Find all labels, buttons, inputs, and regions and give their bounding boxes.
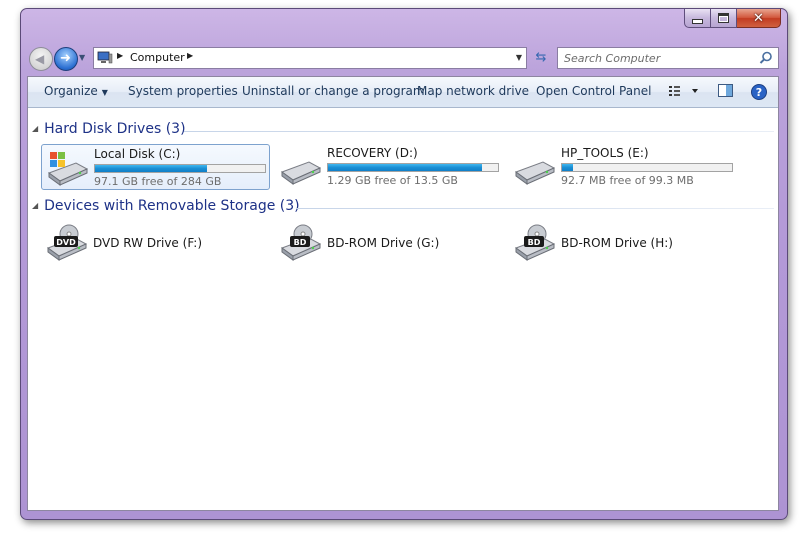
search-icon[interactable]: [759, 51, 773, 65]
breadcrumb-separator-icon[interactable]: ▶: [117, 51, 123, 60]
drive-usage-bar: [327, 163, 499, 172]
drive-usage-fill: [95, 165, 207, 172]
hard-drive-icon: [280, 161, 322, 185]
uninstall-program-button[interactable]: Uninstall or change a program: [242, 84, 425, 98]
windows-drive-icon: [47, 152, 89, 186]
open-control-panel-button[interactable]: Open Control Panel: [536, 84, 651, 98]
command-bar: Organize ▼ System properties Uninstall or…: [28, 77, 778, 108]
drive-tile-h[interactable]: BD BD-ROM Drive (H:): [509, 220, 738, 266]
forward-button[interactable]: ➜: [54, 47, 78, 71]
close-button[interactable]: ✕: [737, 9, 781, 28]
caption-buttons: ✕: [684, 9, 781, 28]
organize-dropdown-icon: ▼: [101, 88, 108, 97]
back-arrow-icon: ◀: [35, 52, 45, 66]
maximize-icon: [718, 13, 729, 23]
minimize-button[interactable]: [684, 9, 711, 28]
drive-tile-c[interactable]: Local Disk (C:) 97.1 GB free of 284 GB: [41, 144, 270, 190]
svg-text:DVD: DVD: [56, 238, 76, 247]
view-dropdown-icon: [692, 89, 698, 93]
address-dropdown-icon[interactable]: ▼: [516, 53, 522, 62]
bd-drive-icon: BD: [514, 224, 556, 261]
drive-name: RECOVERY (D:): [327, 146, 418, 160]
drive-name: HP_TOOLS (E:): [561, 146, 649, 160]
maximize-button[interactable]: [711, 9, 737, 28]
drive-free-space: 97.1 GB free of 284 GB: [94, 175, 222, 188]
drive-free-space: 92.7 MB free of 99.3 MB: [561, 174, 694, 187]
search-input[interactable]: [564, 50, 754, 66]
svg-text:BD: BD: [294, 238, 307, 247]
group-title: Hard Disk Drives (3): [44, 121, 186, 137]
help-button[interactable]: ?: [750, 83, 768, 101]
drive-name: BD-ROM Drive (H:): [561, 236, 673, 250]
forward-arrow-icon: ➜: [60, 51, 71, 66]
refresh-button[interactable]: ⇆: [529, 47, 553, 69]
system-properties-button[interactable]: System properties: [128, 84, 238, 98]
drive-usage-bar: [94, 164, 266, 173]
group-divider: [296, 208, 774, 209]
navigation-bar: ◀ ➜ ▼ ▶ Computer ▶ ▼ ⇆: [29, 47, 781, 71]
change-view-button[interactable]: [668, 83, 702, 99]
drive-usage-fill: [562, 164, 574, 171]
breadcrumb-computer[interactable]: Computer: [130, 51, 185, 64]
bd-drive-icon: BD: [280, 224, 322, 261]
collapse-group-icon[interactable]: ◢: [32, 124, 38, 133]
drive-name: Local Disk (C:): [94, 147, 181, 161]
drive-tile-d[interactable]: RECOVERY (D:) 1.29 GB free of 13.5 GB: [275, 144, 504, 190]
group-divider: [184, 131, 774, 132]
close-icon: ✕: [753, 10, 764, 26]
drive-tile-f[interactable]: DVD DVD RW Drive (F:): [41, 220, 270, 266]
group-title: Devices with Removable Storage (3): [44, 198, 300, 214]
drive-usage-bar: [561, 163, 733, 172]
preview-pane-icon: [718, 84, 733, 97]
view-options-icon: [669, 86, 680, 96]
help-icon: ?: [751, 84, 767, 100]
back-button[interactable]: ◀: [29, 47, 53, 71]
group-header-removable[interactable]: ◢ Devices with Removable Storage (3): [32, 198, 300, 214]
preview-pane-button[interactable]: [717, 83, 735, 99]
hard-drive-icon: [514, 161, 556, 185]
map-network-drive-button[interactable]: Map network drive: [417, 84, 529, 98]
drive-name: DVD RW Drive (F:): [93, 236, 203, 250]
svg-text:BD: BD: [528, 238, 541, 247]
svg-text:?: ?: [756, 86, 762, 99]
computer-icon: [97, 51, 113, 64]
breadcrumb-chevron-icon[interactable]: ▶: [187, 51, 193, 60]
collapse-group-icon[interactable]: ◢: [32, 201, 38, 210]
organize-menu[interactable]: Organize ▼: [44, 84, 108, 98]
address-bar[interactable]: ▶ Computer ▶ ▼: [93, 47, 527, 69]
explorer-window: ✕ ◀ ➜ ▼ ▶ Computer ▶ ▼ ⇆ Organize: [20, 8, 788, 520]
refresh-icon: ⇆: [535, 50, 547, 65]
drive-usage-fill: [328, 164, 482, 171]
content-frame: Organize ▼ System properties Uninstall or…: [27, 76, 779, 511]
organize-label: Organize: [44, 84, 98, 98]
drive-tile-g[interactable]: BD BD-ROM Drive (G:): [275, 220, 504, 266]
minimize-icon: [692, 18, 703, 24]
drive-tile-e[interactable]: HP_TOOLS (E:) 92.7 MB free of 99.3 MB: [509, 144, 738, 190]
group-header-hard-disks[interactable]: ◢ Hard Disk Drives (3): [32, 121, 186, 137]
search-box[interactable]: [557, 47, 779, 69]
drive-name: BD-ROM Drive (G:): [327, 236, 440, 250]
recent-pages-button[interactable]: ▼: [79, 53, 89, 63]
dvd-drive-icon: DVD: [46, 224, 88, 261]
drive-free-space: 1.29 GB free of 13.5 GB: [327, 174, 458, 187]
drives-view: ◢ Hard Disk Drives (3) Local Disk (C:) 97…: [28, 108, 778, 510]
